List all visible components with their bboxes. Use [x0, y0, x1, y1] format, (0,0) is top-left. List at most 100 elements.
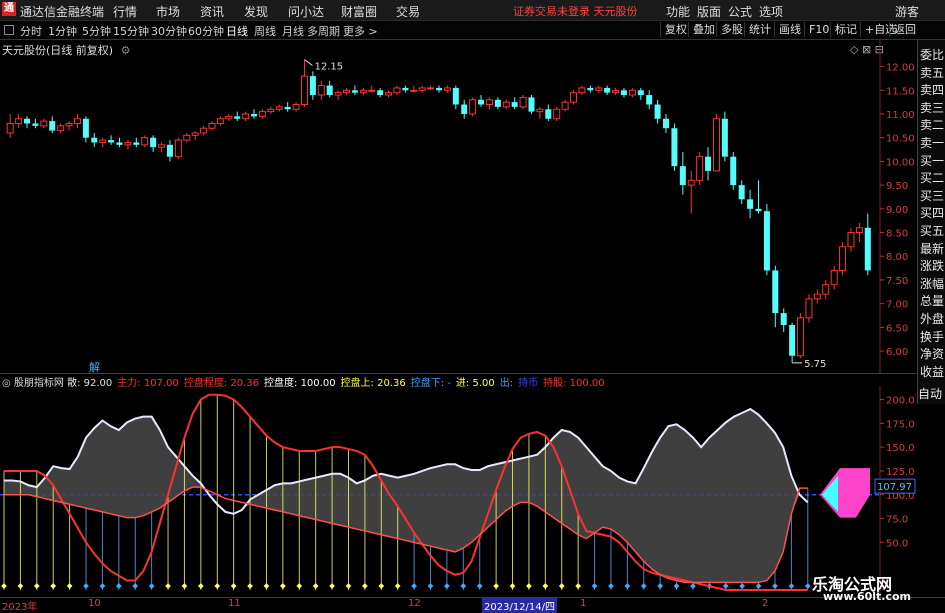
menu-wealth[interactable]: 财富圈: [341, 3, 377, 20]
candle-body: [82, 118, 89, 138]
side-item-0[interactable]: 委比: [920, 48, 945, 62]
candle-body: [528, 97, 535, 112]
side-item-3[interactable]: 卖三: [920, 101, 945, 115]
side-item-5[interactable]: 卖一: [920, 136, 945, 150]
side-item-8[interactable]: 买三: [920, 189, 945, 203]
side-item-12[interactable]: 涨跌: [920, 259, 945, 273]
period-timeshare[interactable]: 分时: [20, 23, 42, 39]
period-monthly[interactable]: 月线: [282, 23, 304, 39]
menu-ask[interactable]: 问小达: [288, 3, 324, 20]
menu-formula[interactable]: 公式: [728, 3, 752, 20]
indicator-chart[interactable]: 200.0175.0150.0125.0100.075.050.0107.97: [0, 386, 916, 597]
menu-exchange[interactable]: 市场: [156, 3, 180, 20]
signal-diamond: [312, 583, 319, 589]
side-item-7[interactable]: 买二: [920, 171, 945, 185]
side-item-9[interactable]: 买四: [920, 206, 945, 220]
candle-body: [99, 139, 107, 143]
tool-draw[interactable]: 画线: [774, 22, 805, 37]
signal-diamond: [230, 583, 237, 589]
signal-diamond: [772, 583, 778, 589]
menu-function[interactable]: 功能: [666, 3, 690, 20]
candle-body: [478, 99, 485, 105]
period-more[interactable]: 更多 >: [343, 23, 378, 39]
period-daily[interactable]: 日线: [226, 23, 248, 39]
high-label: 12.15: [314, 61, 343, 72]
candle-body: [494, 99, 501, 107]
candle-body: [183, 134, 191, 141]
tool-back[interactable]: 返回: [889, 22, 920, 37]
candle-body: [805, 298, 813, 319]
tool-overlay[interactable]: 叠加: [688, 22, 719, 37]
signal-diamond: [132, 583, 139, 589]
candle-body: [166, 144, 173, 157]
auto-button[interactable]: 自动: [917, 386, 945, 404]
menu-grid-icon[interactable]: [4, 25, 14, 35]
menu-discover[interactable]: 发现: [244, 3, 268, 20]
tool-f10[interactable]: F10: [804, 22, 833, 37]
period-60min[interactable]: 60分钟: [188, 23, 224, 39]
x-label-4: 2023/12/14/四: [482, 598, 558, 613]
candle-body: [646, 95, 653, 105]
candle-body: [124, 141, 132, 146]
candle-body: [747, 199, 754, 209]
candle-body: [292, 104, 300, 110]
candle-body: [620, 90, 627, 96]
guest-label[interactable]: 游客: [895, 3, 919, 20]
candle-body: [368, 89, 376, 92]
period-5min[interactable]: 5分钟: [82, 23, 111, 39]
menu-options[interactable]: 选项: [759, 3, 783, 20]
signal-diamond: [493, 583, 499, 589]
signal-diamond: [247, 583, 253, 589]
signal-diamond: [755, 583, 762, 589]
side-item-4[interactable]: 卖二: [920, 118, 945, 132]
candle-body: [141, 137, 149, 146]
period-multi[interactable]: 多周期: [307, 23, 340, 39]
signal-diamond: [362, 583, 368, 589]
signal-diamond: [788, 583, 795, 589]
side-item-17[interactable]: 净资: [920, 347, 945, 361]
candle-body: [300, 75, 308, 106]
signal-diamond: [804, 583, 811, 589]
candle-body: [73, 118, 81, 124]
ind-tick-label: 75.0: [886, 515, 908, 526]
signal-diamond: [411, 583, 417, 589]
side-item-6[interactable]: 买一: [920, 154, 945, 168]
period-30min[interactable]: 30分钟: [151, 23, 187, 39]
tool-adjust[interactable]: 复权: [660, 22, 691, 37]
menu-layout[interactable]: 版面: [697, 3, 721, 20]
price-tick-label: 9.50: [886, 181, 908, 192]
login-notice[interactable]: 证券交易未登录 天元股份: [513, 3, 638, 19]
side-item-2[interactable]: 卖四: [920, 83, 945, 97]
signal-diamond: [99, 583, 106, 589]
tool-stats[interactable]: 统计: [744, 22, 775, 37]
candle-body: [275, 106, 283, 110]
side-item-10[interactable]: 买五: [920, 224, 945, 238]
candle-body: [443, 87, 451, 91]
tool-multistock[interactable]: 多股: [716, 22, 747, 37]
side-item-11[interactable]: 最新: [920, 242, 945, 256]
side-item-18[interactable]: 收益: [920, 365, 945, 379]
signal-diamond: [476, 583, 483, 589]
menu-trade[interactable]: 交易: [396, 3, 420, 20]
app-logo-icon: 通: [2, 2, 16, 16]
menu-market[interactable]: 行情: [113, 3, 137, 20]
candle-body: [578, 87, 586, 94]
signal-diamond: [165, 583, 171, 589]
side-item-1[interactable]: 卖五: [920, 66, 945, 80]
candle-body: [267, 108, 275, 113]
candle-body: [637, 90, 644, 96]
period-1min[interactable]: 1分钟: [48, 23, 77, 39]
candlestick-chart[interactable]: 12.00 11.50 11.00 10.50 10.00 9.50 9.00 8.50 8.0…: [0, 40, 916, 374]
side-item-15[interactable]: 外盘: [920, 312, 945, 326]
menu-news[interactable]: 资讯: [200, 3, 224, 20]
candle-body: [485, 99, 493, 106]
grey-band: [4, 409, 808, 583]
side-item-13[interactable]: 涨幅: [920, 277, 945, 291]
side-item-16[interactable]: 换手: [920, 330, 945, 344]
side-item-14[interactable]: 总量: [920, 294, 945, 308]
solve-marker[interactable]: 解: [89, 359, 100, 375]
period-15min[interactable]: 15分钟: [113, 23, 149, 39]
period-weekly[interactable]: 周线: [254, 23, 276, 39]
tool-mark[interactable]: 标记: [830, 22, 861, 37]
candle-body: [191, 132, 199, 136]
